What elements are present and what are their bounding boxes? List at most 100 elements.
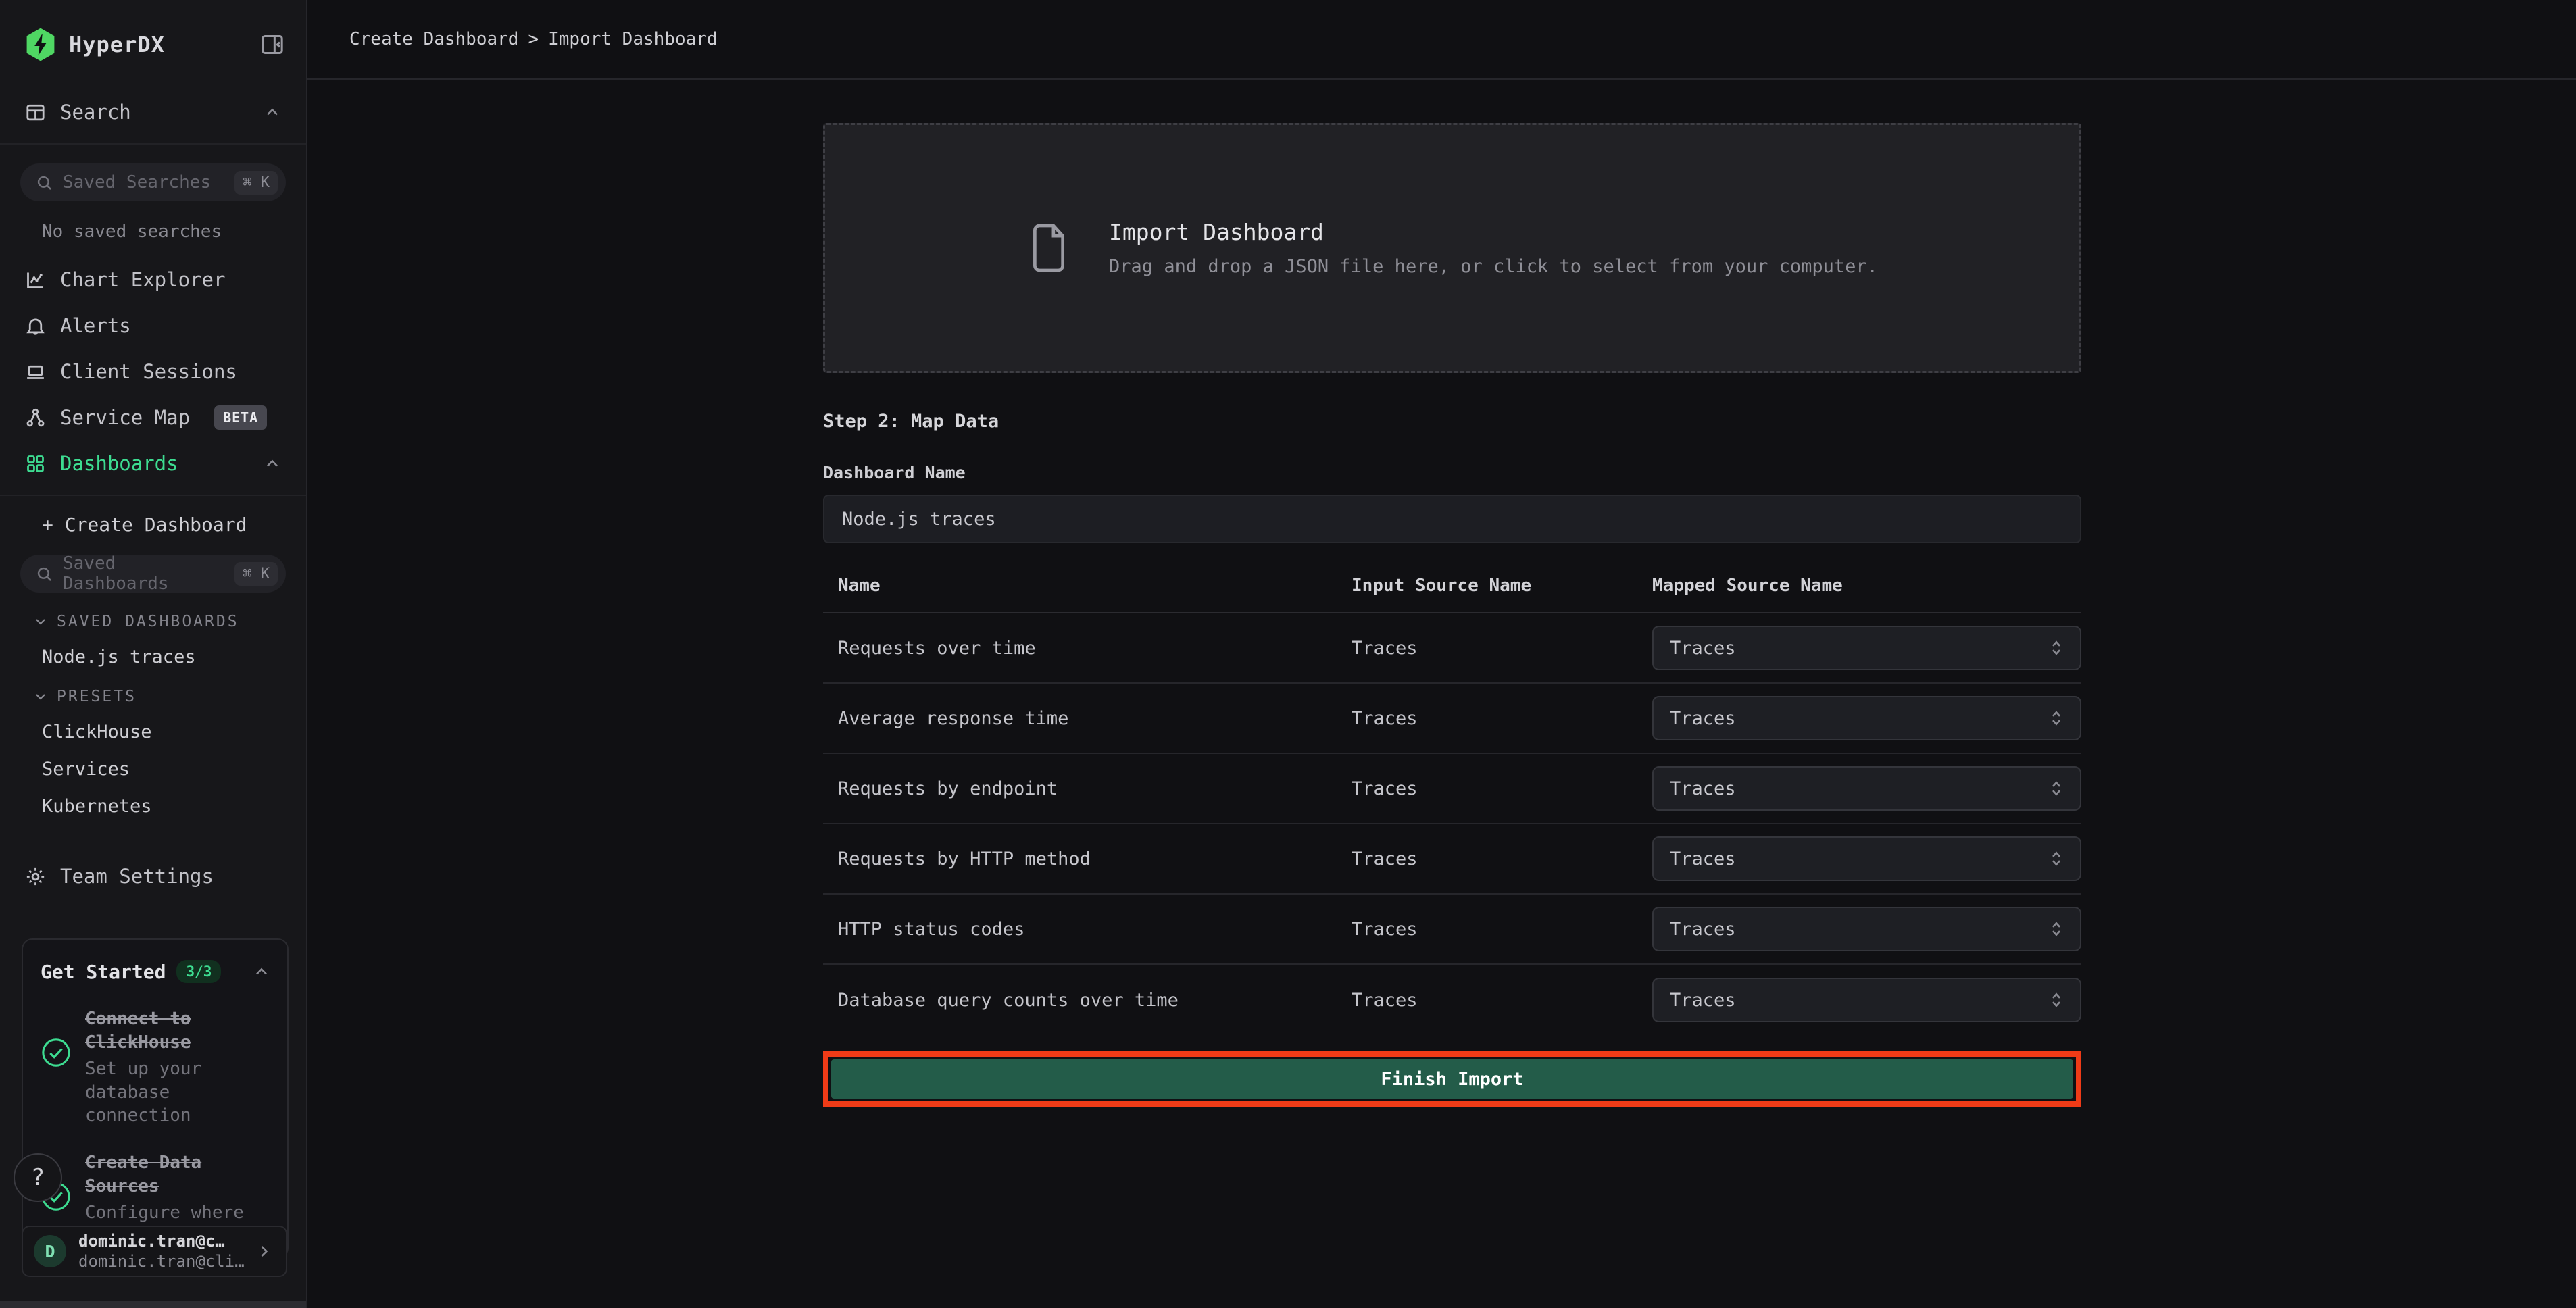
mapped-source-value: Traces [1670, 849, 1736, 870]
unfold-chevrons-icon [2046, 778, 2066, 799]
breadcrumb-create-dashboard[interactable]: Create Dashboard [349, 29, 518, 49]
get-started-item-desc: Set up your database connection [85, 1057, 262, 1127]
chevron-up-icon[interactable] [252, 962, 271, 981]
get-started-item: Connect to ClickHouse Set up your databa… [41, 1007, 271, 1127]
get-started-progress-badge: 3/3 [176, 960, 221, 983]
step-label: Step 2: Map Data [823, 411, 2081, 432]
mapped-source-select[interactable]: Traces [1652, 626, 2081, 670]
service-map-icon [24, 407, 47, 429]
unfold-chevrons-icon [2046, 638, 2066, 658]
dashboard-name-label: Dashboard Name [823, 463, 2081, 482]
mapped-source-value: Traces [1670, 638, 1736, 659]
unfold-chevrons-icon [2046, 708, 2066, 728]
sidebar-divider [0, 495, 306, 496]
presets-group-header[interactable]: PRESETS [0, 688, 306, 705]
chart-explorer-icon [24, 269, 47, 291]
table-row: HTTP status codes Traces Traces [823, 895, 2081, 965]
table-row: Database query counts over time Traces T… [823, 965, 2081, 1035]
mapped-source-select[interactable]: Traces [1652, 978, 2081, 1022]
gear-icon [24, 865, 47, 888]
input-source-name: Traces [1352, 638, 1652, 659]
dashboards-icon [24, 453, 47, 475]
chevron-up-icon [263, 103, 282, 122]
dashboard-item-clickhouse[interactable]: ClickHouse [0, 722, 306, 743]
bell-icon [24, 315, 47, 337]
sidebar-item-dashboards[interactable]: Dashboards [0, 441, 306, 486]
sidebar-item-label: Alerts [60, 314, 131, 337]
app-root: HyperDX Search Saved Searches ⌘ K [0, 0, 2576, 1308]
table-row: Average response time Traces Traces [823, 684, 2081, 754]
chart-name: HTTP status codes [823, 919, 1352, 940]
chart-name: Database query counts over time [823, 990, 1352, 1011]
mapped-source-value: Traces [1670, 778, 1736, 799]
source-mapping-table: Name Input Source Name Mapped Source Nam… [823, 576, 2081, 1035]
get-started-item-title: Connect to ClickHouse [85, 1007, 262, 1055]
no-saved-searches-text: No saved searches [42, 222, 306, 242]
sidebar-item-alerts[interactable]: Alerts [0, 303, 306, 349]
sidebar-item-chart-explorer[interactable]: Chart Explorer [0, 257, 306, 303]
chevron-down-icon [32, 688, 49, 705]
get-started-panel: Get Started 3/3 Connect to ClickHouse Se… [22, 938, 289, 1259]
chart-name: Requests by HTTP method [823, 849, 1352, 870]
sidebar-item-label: Team Settings [60, 865, 214, 888]
sidebar-item-label: Dashboards [60, 452, 178, 475]
mapped-source-select[interactable]: Traces [1652, 696, 2081, 740]
mapped-source-select[interactable]: Traces [1652, 836, 2081, 881]
unfold-chevrons-icon [2046, 990, 2066, 1010]
dashboard-item-kubernetes[interactable]: Kubernetes [0, 796, 306, 817]
finish-import-button[interactable]: Finish Import [831, 1059, 2073, 1099]
mapped-source-value: Traces [1670, 708, 1736, 729]
table-row: Requests by HTTP method Traces Traces [823, 824, 2081, 895]
saved-searches-input[interactable]: Saved Searches ⌘ K [20, 164, 286, 201]
unfold-chevrons-icon [2046, 919, 2066, 939]
search-icon [35, 565, 53, 583]
hyperdx-logo-icon [24, 27, 57, 62]
highlight-annotation-box: Finish Import [823, 1051, 2081, 1107]
chevron-right-icon [255, 1242, 274, 1261]
input-source-name: Traces [1352, 708, 1652, 729]
saved-dashboards-group-header[interactable]: SAVED DASHBOARDS [0, 613, 306, 630]
check-circle-icon [41, 1037, 72, 1068]
search-section-icon [24, 101, 47, 124]
create-dashboard-button[interactable]: + Create Dashboard [0, 513, 306, 536]
dashboard-item-nodejs-traces[interactable]: Node.js traces [0, 647, 306, 668]
mapped-source-value: Traces [1670, 990, 1736, 1011]
sidebar-item-service-map[interactable]: Service Map BETA [0, 395, 306, 441]
sidebar-nav: Chart Explorer Alerts Client Sessions [0, 257, 306, 486]
saved-dashboards-input[interactable]: Saved Dashboards ⌘ K [20, 555, 286, 593]
sidebar-item-label: Service Map [60, 406, 190, 429]
input-source-name: Traces [1352, 778, 1652, 799]
breadcrumb: Create Dashboard > Import Dashboard [307, 0, 2576, 80]
sidebar-item-team-settings[interactable]: Team Settings [0, 853, 306, 899]
table-header-row: Name Input Source Name Mapped Source Nam… [823, 576, 2081, 613]
dashboard-item-services[interactable]: Services [0, 759, 306, 780]
chart-name: Requests by endpoint [823, 778, 1352, 799]
logo-row: HyperDX [0, 0, 306, 62]
mapped-source-select[interactable]: Traces [1652, 766, 2081, 811]
dashboard-name-input[interactable] [823, 495, 2081, 543]
input-source-name: Traces [1352, 849, 1652, 870]
laptop-icon [24, 361, 47, 383]
sidebar-item-search[interactable]: Search [0, 89, 306, 135]
sidebar-item-client-sessions[interactable]: Client Sessions [0, 349, 306, 395]
sidebar-collapse-icon[interactable] [259, 31, 286, 58]
mapped-source-select[interactable]: Traces [1652, 907, 2081, 951]
unfold-chevrons-icon [2046, 849, 2066, 869]
shortcut-badge: ⌘ K [234, 171, 278, 195]
chevron-up-icon [263, 454, 282, 473]
column-header-input-source: Input Source Name [1352, 576, 1652, 596]
chart-name: Requests over time [823, 638, 1352, 659]
mapped-source-value: Traces [1670, 919, 1736, 940]
json-dropzone[interactable]: Import Dashboard Drag and drop a JSON fi… [823, 123, 2081, 373]
search-icon [35, 174, 53, 192]
sidebar-item-label: Search [60, 101, 131, 124]
file-icon [1026, 220, 1071, 276]
help-button[interactable]: ? [14, 1153, 62, 1202]
column-header-name: Name [823, 576, 1352, 596]
saved-dashboards-placeholder: Saved Dashboards [63, 553, 225, 594]
group-header-label: PRESETS [57, 688, 137, 705]
sidebar-item-label: Client Sessions [60, 360, 237, 383]
sidebar: HyperDX Search Saved Searches ⌘ K [0, 0, 307, 1308]
dropzone-title: Import Dashboard [1109, 219, 1878, 245]
user-menu[interactable]: D dominic.tran@c… dominic.tran@cli… [22, 1226, 287, 1277]
